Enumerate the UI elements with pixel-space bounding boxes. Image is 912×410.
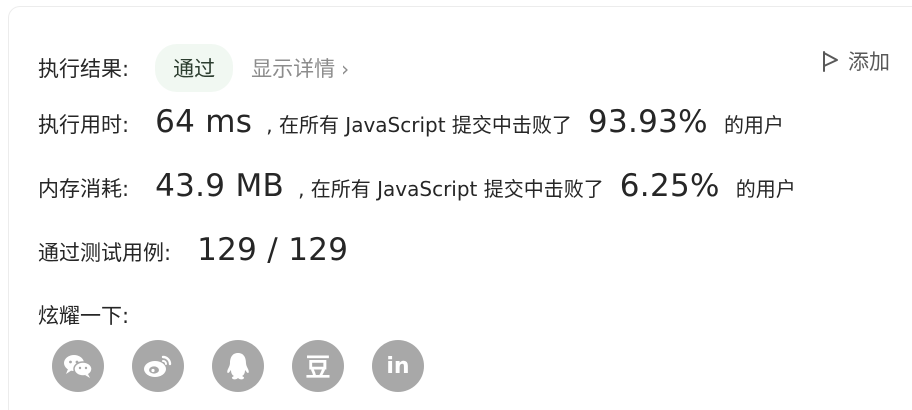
wechat-icon (64, 355, 93, 378)
memory-row: 内存消耗: 43.9 MB , 在所有 JavaScript 提交中击败了 6.… (38, 168, 796, 204)
share-label: 炫耀一下: (38, 304, 130, 328)
result-row: 执行结果: 通过 显示详情 › (38, 44, 349, 92)
result-label: 执行结果: (38, 57, 130, 81)
add-note-label: 添加 (848, 50, 890, 74)
memory-percent: 6.25% (619, 168, 720, 204)
status-badge: 通过 (155, 44, 234, 92)
memory-description: , 在所有 JavaScript 提交中击败了 (298, 177, 604, 201)
share-qq-button[interactable] (212, 340, 264, 392)
chevron-right-icon: › (341, 57, 350, 81)
show-details-label: 显示详情 (251, 57, 336, 81)
runtime-row: 执行用时: 64 ms , 在所有 JavaScript 提交中击败了 93.9… (38, 104, 784, 140)
add-note-button[interactable]: 添加 (820, 46, 890, 76)
runtime-description: , 在所有 JavaScript 提交中击败了 (266, 113, 572, 137)
runtime-percent: 93.93% (587, 104, 708, 140)
runtime-suffix: 的用户 (723, 113, 784, 137)
memory-value: 43.9 MB (155, 168, 285, 204)
show-details-link[interactable]: 显示详情 › (251, 53, 349, 83)
memory-suffix: 的用户 (735, 177, 796, 201)
tests-row: 通过测试用例: 129 / 129 (38, 232, 348, 268)
share-wechat-button[interactable] (52, 340, 104, 392)
qq-icon (227, 353, 249, 380)
memory-label: 内存消耗: (38, 177, 130, 201)
weibo-icon (144, 355, 172, 377)
share-weibo-button[interactable] (132, 340, 184, 392)
share-linkedin-button[interactable]: in (372, 340, 424, 392)
douban-icon: 豆 (305, 353, 331, 382)
tests-label: 通过测试用例: (38, 241, 172, 265)
share-row: 炫耀一下: (38, 300, 129, 330)
flag-icon (823, 51, 838, 72)
runtime-value: 64 ms (155, 104, 253, 140)
linkedin-icon: in (386, 353, 410, 379)
runtime-label: 执行用时: (38, 113, 130, 137)
tests-value: 129 / 129 (197, 232, 349, 268)
share-douban-button[interactable]: 豆 (292, 340, 344, 392)
